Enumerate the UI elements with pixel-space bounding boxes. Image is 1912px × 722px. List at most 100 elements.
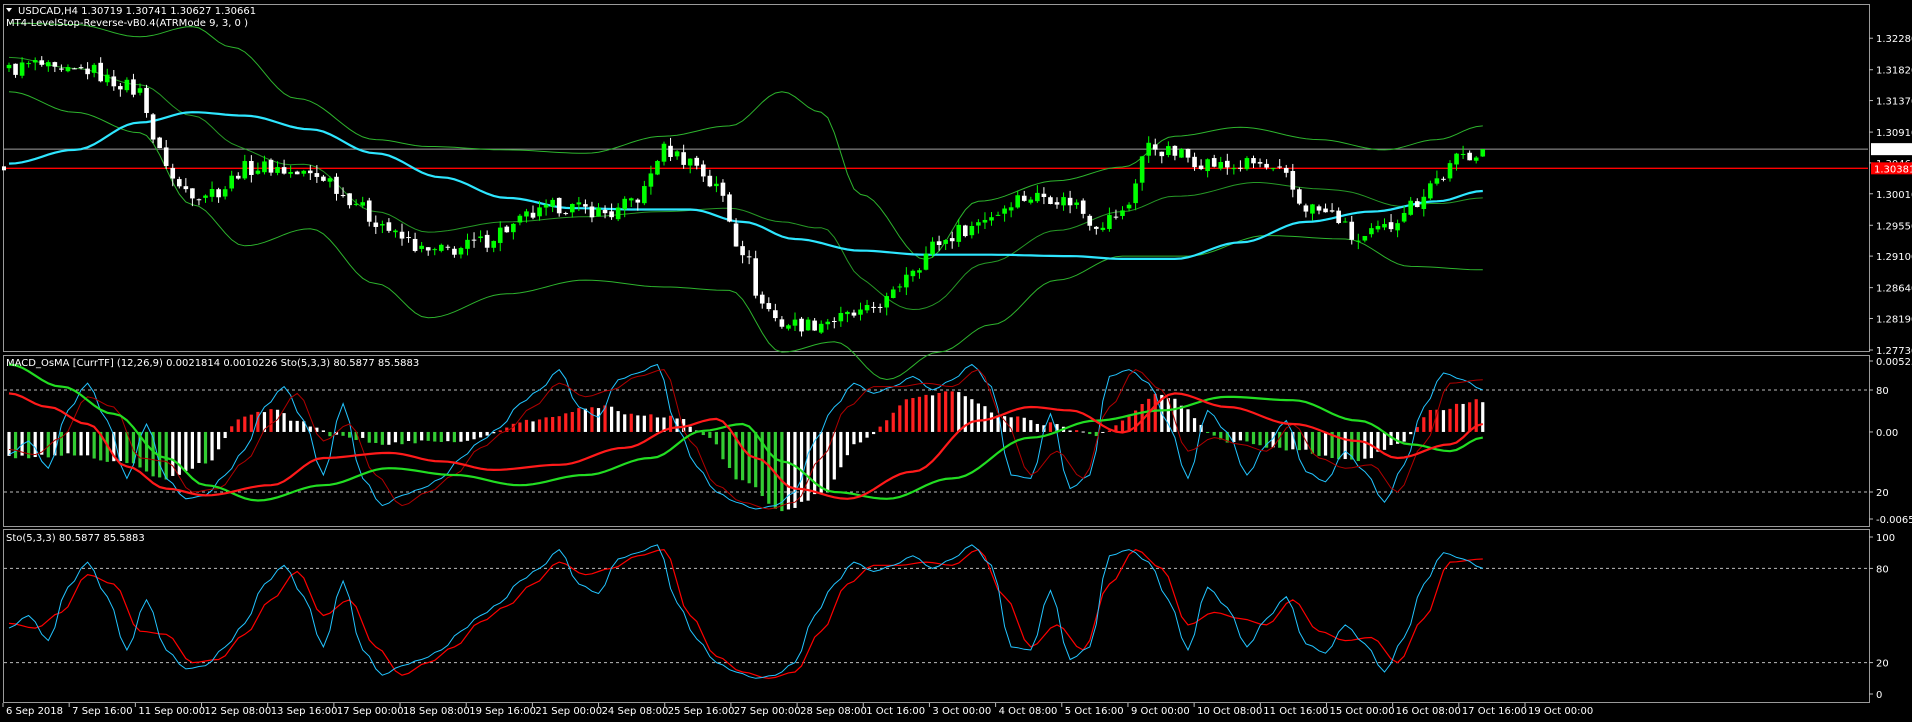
macd-bar bbox=[1081, 431, 1085, 433]
time-tick-label: 10 Oct 08:00 bbox=[1197, 706, 1262, 717]
candle-body bbox=[399, 231, 405, 239]
candle-body bbox=[1067, 197, 1073, 206]
candle-body bbox=[1369, 228, 1374, 235]
candle-body bbox=[504, 226, 510, 233]
macd-bar bbox=[223, 431, 227, 439]
chart-canvas[interactable]: 1.322801.318201.313701.309101.304601.300… bbox=[0, 0, 1912, 722]
candle-body bbox=[936, 241, 942, 246]
candle bbox=[963, 224, 968, 238]
candle-body bbox=[1388, 222, 1394, 230]
candle-body bbox=[642, 186, 647, 204]
price-tick-label: 1.30010 bbox=[1876, 190, 1912, 201]
candle-body bbox=[648, 173, 654, 187]
candle-body bbox=[150, 114, 156, 140]
macd-bar bbox=[610, 406, 614, 432]
candle-body bbox=[406, 237, 411, 239]
candle-body bbox=[321, 176, 326, 181]
candle-body bbox=[1473, 157, 1479, 161]
macd-bar bbox=[780, 431, 784, 512]
candle-body bbox=[1323, 208, 1328, 213]
macd-bar bbox=[642, 415, 646, 432]
candle-body bbox=[550, 199, 555, 207]
macd-tick-label: 80 bbox=[1876, 386, 1889, 397]
candle-body bbox=[1061, 197, 1066, 206]
candle-body bbox=[275, 167, 280, 173]
candle-body bbox=[314, 173, 320, 177]
time-tick-label: 19 Oct 00:00 bbox=[1528, 706, 1593, 717]
macd-bar bbox=[184, 431, 188, 471]
candle-body bbox=[910, 270, 916, 277]
candle-body bbox=[720, 182, 726, 196]
macd-bar bbox=[655, 417, 660, 432]
candle-body bbox=[373, 222, 379, 227]
candle-body bbox=[884, 296, 889, 308]
candle-body bbox=[759, 294, 765, 304]
candle-body bbox=[432, 249, 438, 251]
candle bbox=[1179, 148, 1184, 158]
price-tick-label: 1.32280 bbox=[1876, 34, 1912, 45]
candle-body bbox=[111, 76, 117, 87]
candle-body bbox=[792, 319, 798, 326]
macd-bar bbox=[649, 414, 653, 432]
candle-body bbox=[1356, 240, 1361, 242]
time-tick-label: 1 Oct 16:00 bbox=[866, 706, 925, 717]
macd-bar bbox=[537, 419, 542, 432]
candle-body bbox=[1048, 197, 1053, 205]
candle-body bbox=[491, 240, 496, 248]
candle-body bbox=[635, 199, 641, 203]
macd-bar bbox=[387, 431, 391, 445]
candle-body bbox=[393, 230, 398, 233]
macd-bar bbox=[524, 419, 529, 432]
macd-bar bbox=[190, 431, 194, 469]
candle-body bbox=[995, 214, 1001, 216]
macd-bar bbox=[269, 409, 273, 432]
macd-bar bbox=[1016, 416, 1020, 432]
stoch-tick-label: 80 bbox=[1876, 564, 1889, 575]
candle-body bbox=[746, 256, 752, 258]
time-tick-label: 11 Sep 00:00 bbox=[138, 706, 205, 717]
macd-bar bbox=[1422, 417, 1426, 432]
candle-body bbox=[615, 207, 621, 220]
candle-body bbox=[1107, 214, 1112, 229]
candle-body bbox=[1441, 178, 1446, 180]
time-tick-label: 5 Oct 16:00 bbox=[1065, 706, 1124, 717]
macd-tick-label: -0.006521 bbox=[1876, 515, 1912, 526]
macd-bar bbox=[839, 431, 843, 468]
macd-bar bbox=[485, 431, 489, 436]
candle-body bbox=[583, 204, 588, 207]
price-tick-label: 1.31370 bbox=[1876, 97, 1912, 108]
candle-body bbox=[1126, 204, 1132, 209]
candle-body bbox=[1152, 144, 1158, 150]
price-tick-label: 1.29550 bbox=[1876, 221, 1912, 232]
candle-body bbox=[628, 198, 634, 201]
time-tick-label: 28 Sep 08:00 bbox=[800, 706, 867, 717]
candle-body bbox=[989, 217, 994, 221]
current-price-label: 1.30661 bbox=[1874, 145, 1912, 156]
macd-bar bbox=[1120, 420, 1125, 432]
candle-body bbox=[1172, 145, 1178, 156]
macd-bar bbox=[203, 431, 208, 464]
candle-body bbox=[694, 157, 700, 166]
candle-body bbox=[1362, 235, 1368, 241]
candle-body bbox=[1008, 207, 1014, 211]
candle-body bbox=[812, 320, 817, 331]
candle-body bbox=[982, 219, 988, 223]
macd-bar bbox=[59, 431, 63, 456]
macd-bar bbox=[629, 413, 633, 432]
candle-body bbox=[52, 62, 58, 67]
macd-bar bbox=[380, 431, 384, 445]
candle-body bbox=[1080, 200, 1086, 214]
macd-bar bbox=[708, 431, 712, 438]
macd-bar bbox=[832, 431, 836, 480]
candle-body bbox=[1310, 204, 1315, 214]
macd-bar bbox=[878, 426, 882, 432]
macd-bar bbox=[1048, 422, 1053, 432]
candle-body bbox=[439, 244, 444, 251]
candle-body bbox=[1342, 221, 1348, 223]
time-tick-label: 9 Oct 00:00 bbox=[1131, 706, 1190, 717]
macd-tick-label: 0.005253 bbox=[1876, 357, 1912, 368]
time-tick-label: 27 Sep 00:00 bbox=[734, 706, 801, 717]
macd-bar bbox=[590, 407, 594, 432]
candle-body bbox=[707, 175, 713, 187]
macd-bar bbox=[1088, 431, 1092, 435]
